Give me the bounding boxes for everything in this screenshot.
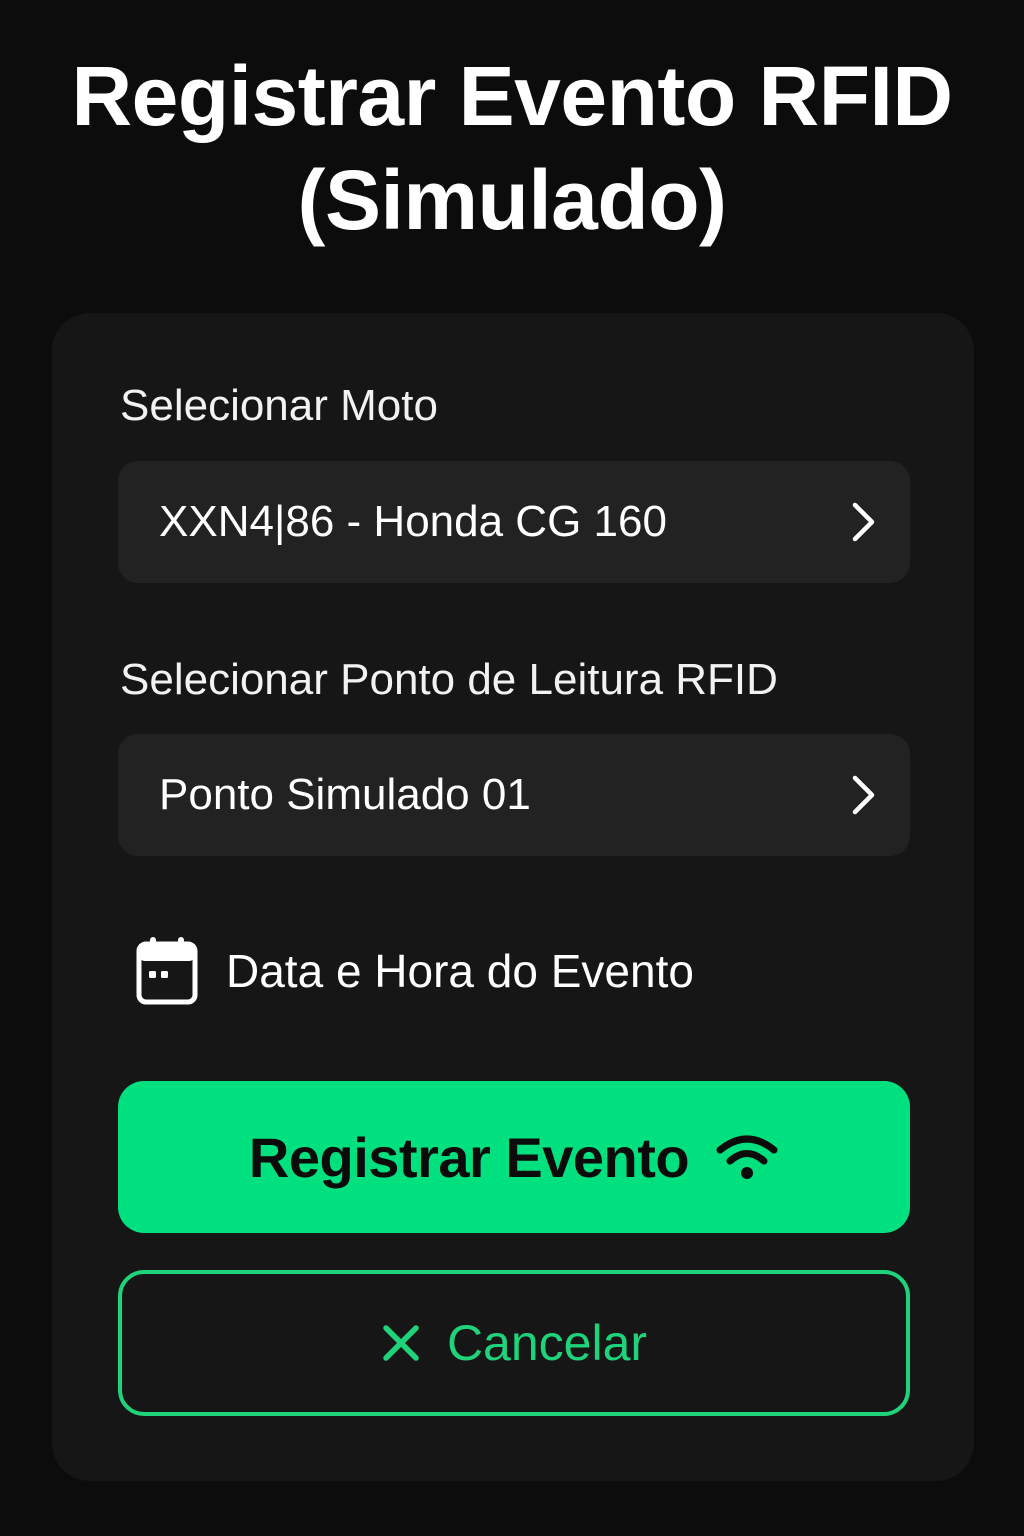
page-title-line2: (Simulado) <box>297 153 728 247</box>
cancel-button[interactable]: Cancelar <box>118 1270 910 1416</box>
ponto-label: Selecionar Ponto de Leitura RFID <box>120 655 778 704</box>
page-title-line1: Registrar Evento RFID <box>71 49 953 143</box>
chevron-right-icon <box>852 775 875 815</box>
form-card: Selecionar Moto XXN4|86 - Honda CG 160 S… <box>52 313 974 1481</box>
datetime-label: Data e Hora do Evento <box>226 945 694 997</box>
moto-select[interactable]: XXN4|86 - Honda CG 160 <box>118 461 910 583</box>
calendar-icon <box>136 937 198 1005</box>
wifi-icon <box>716 1135 778 1179</box>
ponto-select[interactable]: Ponto Simulado 01 <box>118 734 910 856</box>
page-title: Registrar Evento RFID (Simulado) <box>0 44 1024 252</box>
ponto-select-value: Ponto Simulado 01 <box>159 770 531 819</box>
screen: Registrar Evento RFID (Simulado) Selecio… <box>0 0 1024 1536</box>
register-event-label: Registrar Evento <box>248 1125 690 1189</box>
cancel-label: Cancelar <box>446 1315 648 1371</box>
register-event-button[interactable]: Registrar Evento <box>118 1081 910 1233</box>
datetime-picker[interactable]: Data e Hora do Evento <box>136 931 836 1011</box>
chevron-right-icon <box>852 502 875 542</box>
moto-select-value: XXN4|86 - Honda CG 160 <box>159 497 667 546</box>
moto-label: Selecionar Moto <box>120 381 438 430</box>
close-icon <box>383 1325 419 1361</box>
